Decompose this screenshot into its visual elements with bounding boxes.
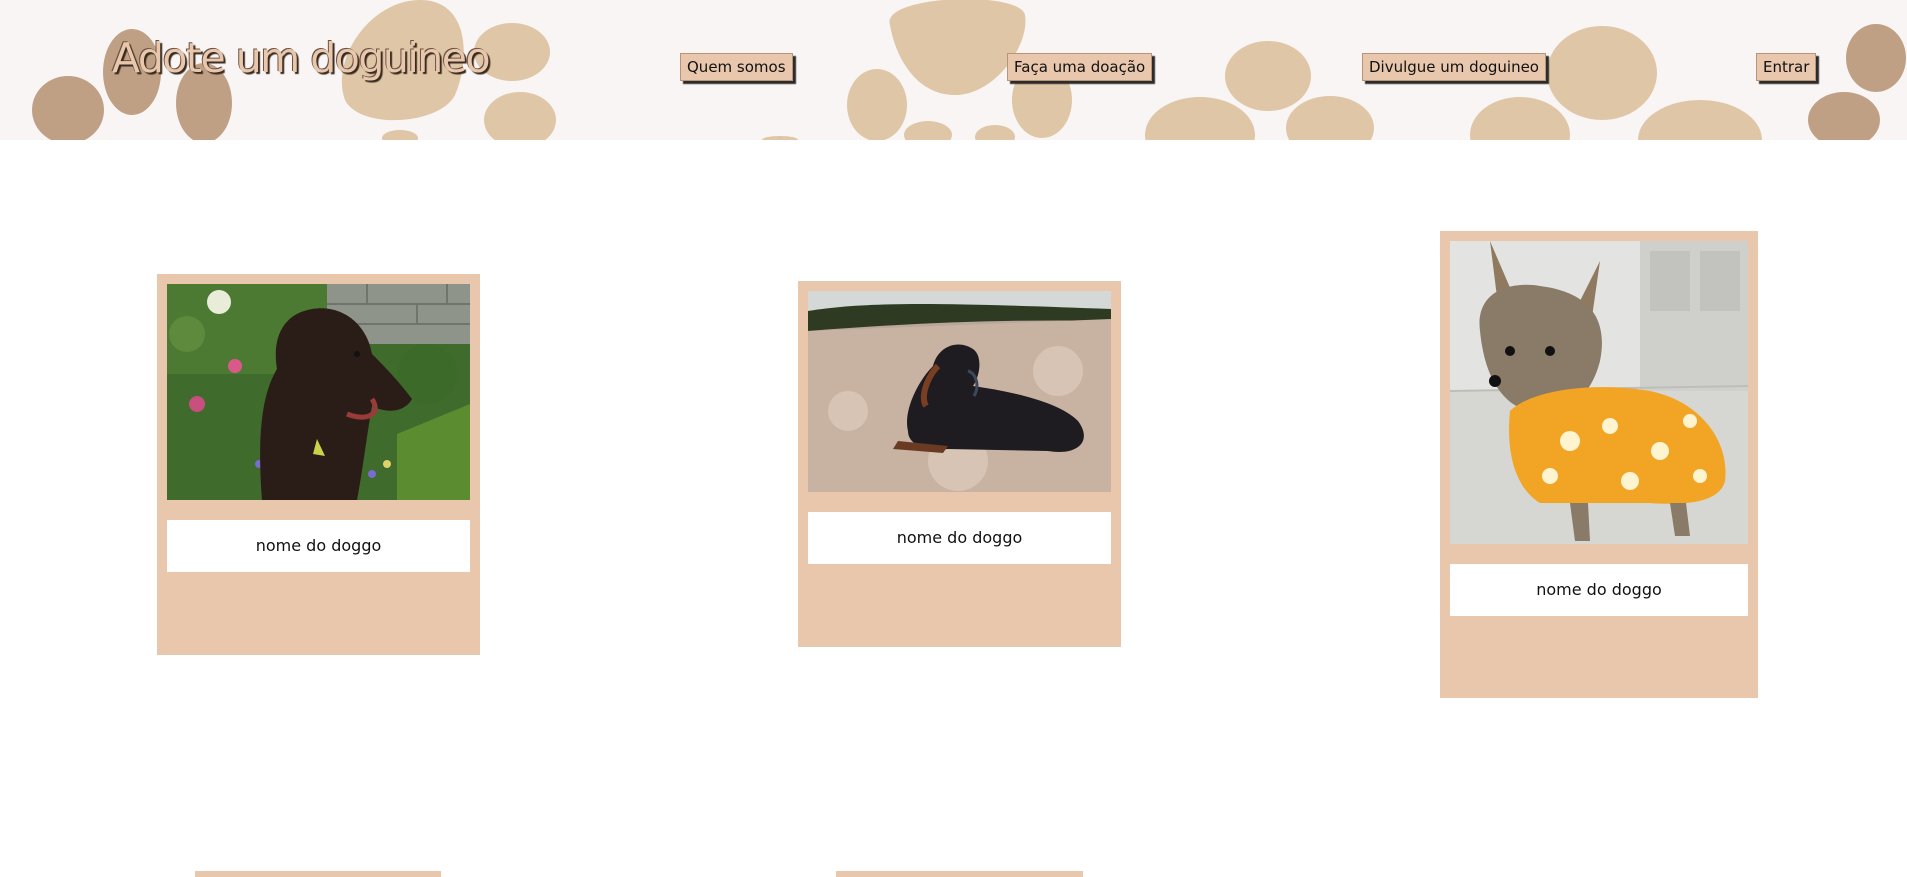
- page: Adote um doguineo Quem somos Faça uma do…: [0, 0, 1907, 877]
- dog-name: nome do doggo: [167, 520, 470, 572]
- dog-photo-image: [808, 291, 1111, 492]
- nav-donate-button[interactable]: Faça uma doação: [1007, 53, 1153, 81]
- dog-card[interactable]: nome do doggo: [157, 274, 480, 655]
- site-title[interactable]: Adote um doguineo: [112, 38, 491, 79]
- dog-card-partial[interactable]: [836, 871, 1083, 877]
- dog-photo[interactable]: [808, 291, 1111, 492]
- dog-card[interactable]: nome do doggo: [798, 281, 1121, 647]
- site-header: Adote um doguineo Quem somos Faça uma do…: [0, 0, 1907, 140]
- dog-name: nome do doggo: [808, 512, 1111, 564]
- dog-photo[interactable]: [1450, 241, 1748, 544]
- dog-card[interactable]: nome do doggo: [1440, 231, 1758, 698]
- dog-card-partial[interactable]: [195, 871, 441, 877]
- dog-photo-image: [167, 284, 470, 500]
- dog-photo[interactable]: [167, 284, 470, 500]
- nav-about-button[interactable]: Quem somos: [680, 53, 793, 81]
- nav-share-button[interactable]: Divulgue um doguineo: [1362, 53, 1546, 81]
- dog-photo-image: [1450, 241, 1748, 544]
- dog-name: nome do doggo: [1450, 564, 1748, 616]
- nav-login-button[interactable]: Entrar: [1756, 53, 1817, 81]
